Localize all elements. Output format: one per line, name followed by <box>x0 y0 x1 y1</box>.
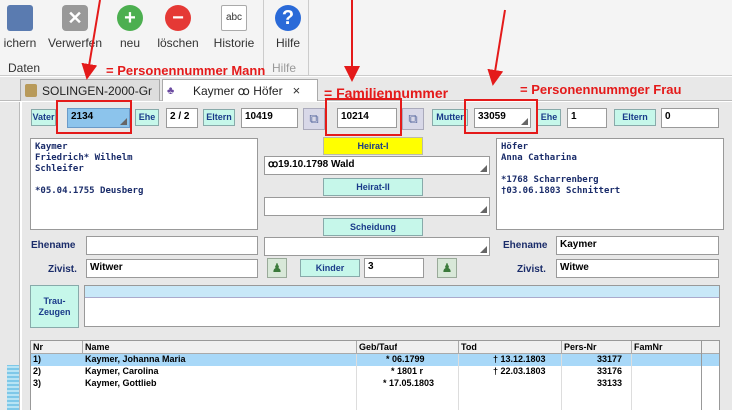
trauzeugen-list-header <box>85 286 719 298</box>
scheidung-button[interactable]: Scheidung <box>323 218 423 236</box>
trauzeugen-button[interactable]: Trau- Zeugen <box>30 285 79 328</box>
help-icon: ? <box>275 5 301 31</box>
discard-button[interactable]: ✕ Verwerfen <box>44 0 106 56</box>
eltern-button-right[interactable]: Eltern <box>614 109 656 126</box>
annotation-man: = Personennummer Mann <box>106 63 266 78</box>
man-info-box[interactable]: Kaymer Friedrich* Wilhelm Schleifer *05.… <box>30 138 258 230</box>
zivist-right-field[interactable]: Witwe <box>556 259 719 278</box>
col-divider <box>356 341 357 354</box>
ehe-right-field[interactable]: 1 <box>567 108 607 128</box>
delete-icon: − <box>165 5 191 31</box>
trauzeugen-list[interactable] <box>84 285 720 327</box>
table-row[interactable]: 3) Kaymer, Gottlieb * 17.05.1803 33133 <box>31 378 719 390</box>
col-divider <box>631 341 632 354</box>
ehe-button-right[interactable]: Ehe <box>537 109 561 126</box>
tab-solingen[interactable]: SOLINGEN-2000-Gr <box>20 79 160 101</box>
col-divider <box>631 354 632 410</box>
ehename-right-field[interactable]: Kaymer <box>556 236 719 255</box>
ehe-button-left[interactable]: Ehe <box>135 109 159 126</box>
help-button[interactable]: ? Hilfe <box>268 0 308 56</box>
ehename-label-right: Ehename <box>503 240 548 251</box>
ehename-label-left: Ehename <box>31 240 76 251</box>
header-pers: Pers-Nr <box>564 342 597 352</box>
header-fam: FamNr <box>634 342 663 352</box>
add-person-icon-right[interactable]: ♟ <box>437 258 457 278</box>
family-tree-icon: ♣ <box>167 84 175 97</box>
left-side-strip <box>0 102 20 410</box>
history-button[interactable]: abc Historie <box>208 0 260 56</box>
col-divider <box>561 341 562 354</box>
annotation-family: = Familiennummer <box>324 85 449 101</box>
eltern-left-field[interactable]: 10419 <box>241 108 298 128</box>
family-tree-button-left[interactable]: ⧉ <box>303 108 325 130</box>
col-divider <box>458 341 459 354</box>
woman-info-box[interactable]: Höfer Anna Catharina *1768 Scharrenberg … <box>496 138 724 230</box>
group-label-hilfe: Hilfe <box>272 61 297 75</box>
database-icon <box>25 84 37 97</box>
discard-icon: ✕ <box>62 5 88 31</box>
save-button[interactable]: ichern <box>0 0 40 56</box>
table-row[interactable]: 2) Kaymer, Carolina * 1801 r † 22.03.180… <box>31 366 719 378</box>
tab-family[interactable]: ♣ Kaymer ꝏ Höfer × <box>162 79 318 101</box>
heirat1-button[interactable]: Heirat-I <box>323 137 423 155</box>
zivist-label-right: Zivist. <box>517 264 546 275</box>
group-label-daten: Daten <box>8 61 41 75</box>
delete-button[interactable]: − löschen <box>152 0 204 56</box>
annotation-woman: = Personennummger Frau <box>520 82 682 97</box>
zivist-label-left: Zivist. <box>48 264 77 275</box>
header-tod: Tod <box>461 342 477 352</box>
close-icon[interactable]: × <box>293 83 301 98</box>
add-icon: + <box>117 5 143 31</box>
heirat1-field[interactable]: ꝏ19.10.1798 Wald <box>264 156 490 175</box>
heirat2-button[interactable]: Heirat-II <box>323 178 423 196</box>
eltern-button-left[interactable]: Eltern <box>203 109 235 126</box>
header-name: Name <box>85 342 110 352</box>
header-geb: Geb/Tauf <box>359 342 398 352</box>
left-side-accent <box>7 365 19 410</box>
mutter-button[interactable]: Mutter <box>432 109 468 126</box>
history-icon: abc <box>221 5 247 31</box>
ehe-left-field[interactable]: 2 / 2 <box>166 108 198 128</box>
eltern-right-field[interactable]: 0 <box>661 108 719 128</box>
col-divider <box>561 354 562 410</box>
header-nr: Nr <box>33 342 44 352</box>
new-button[interactable]: + neu <box>112 0 148 56</box>
heirat2-field[interactable] <box>264 197 490 216</box>
col-divider <box>82 341 83 354</box>
vater-button[interactable]: Vater <box>31 109 56 126</box>
col-divider <box>356 354 357 410</box>
family-nr-field[interactable]: 10214 <box>337 108 397 128</box>
col-divider <box>458 354 459 410</box>
children-table: Nr Name Geb/Tauf Tod Pers-Nr FamNr 1) Ka… <box>30 340 720 410</box>
kinder-button[interactable]: Kinder <box>300 259 360 277</box>
zivist-left-field[interactable]: Witwer <box>86 259 258 278</box>
vater-nr-field[interactable]: 2134 <box>67 108 130 128</box>
col-divider <box>701 341 702 410</box>
family-tree-button-right[interactable]: ⧉ <box>402 108 424 130</box>
scheidung-field[interactable] <box>264 237 490 256</box>
kinder-field[interactable]: 3 <box>364 258 424 278</box>
table-row[interactable]: 1) Kaymer, Johanna Maria * 06.1799 † 13.… <box>31 354 719 366</box>
add-person-icon-left[interactable]: ♟ <box>267 258 287 278</box>
table-header: Nr Name Geb/Tauf Tod Pers-Nr FamNr <box>31 341 719 354</box>
ehename-left-field[interactable] <box>86 236 258 255</box>
save-icon <box>7 5 33 31</box>
toolbar-separator-2 <box>308 0 309 76</box>
mutter-nr-field[interactable]: 33059 <box>474 108 531 128</box>
